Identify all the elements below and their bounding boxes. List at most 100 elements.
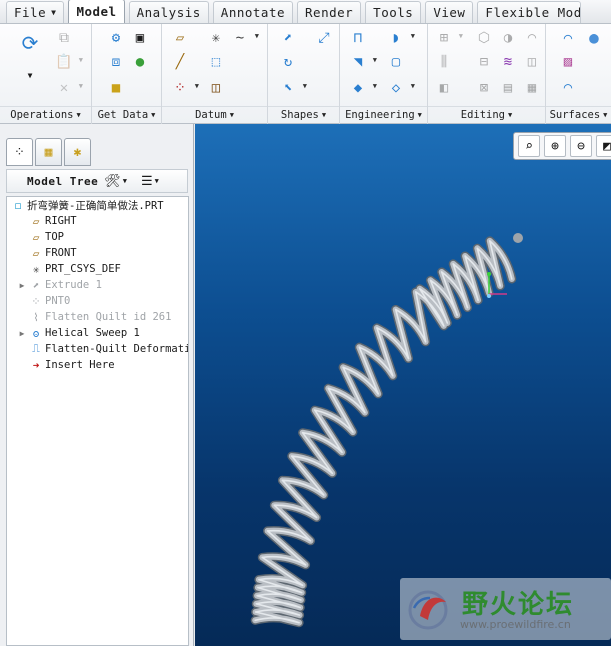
ribbon-group-datum: ▱ ╱ ⁘ ▼ ✳ ∼ ▼ ⬚ ◫ Datum ▼ xyxy=(162,24,268,124)
tab-render[interactable]: Render xyxy=(297,1,362,23)
sweep-icon[interactable]: ⤢ xyxy=(314,28,334,48)
model-tree: ◻ 折弯弹簧-正确简单做法.PRT ▱ RIGHT ▱ TOP ▱ FRONT … xyxy=(6,196,189,646)
group-label-operations[interactable]: Operations ▼ xyxy=(0,106,91,122)
tab-file[interactable]: File ▼ xyxy=(6,1,65,23)
tree-item-flatten-quilt[interactable]: ⌇ Flatten Quilt id 261 xyxy=(27,309,171,325)
tree-item-insert-here[interactable]: ➜ Insert Here xyxy=(27,357,115,373)
tree-item-front[interactable]: ▱ FRONT xyxy=(27,245,77,261)
csys-icon: ✳ xyxy=(32,262,40,276)
spring-model[interactable] xyxy=(195,124,611,646)
solidify-icon[interactable]: ◠ xyxy=(522,28,542,48)
coordinate-system-icon[interactable]: ✳ xyxy=(206,28,226,48)
point-icon[interactable]: ⁘ ▼ xyxy=(170,78,199,98)
wrap-icon[interactable]: ◫ xyxy=(522,52,542,72)
tree-item-top[interactable]: ▱ TOP xyxy=(27,229,64,245)
navigator-panel: ⁘ ▦ ✱ Model Tree 🛠 ▼ ☰ ▼ ◻ 折弯弹簧-正确简单做法.PRT… xyxy=(0,124,194,646)
spring-end-cap xyxy=(513,233,523,243)
tree-show-icon[interactable]: ☰ ▼ xyxy=(141,174,159,189)
tab-flexible-modeling[interactable]: Flexible Mode xyxy=(477,1,582,23)
ribbon-group-surfaces: ⌒ ● ▨ ◠ Surfaces ▼ xyxy=(546,24,611,124)
copy-geometry-icon[interactable]: ▣ xyxy=(130,28,150,48)
ribbon: ⟳ ▼ ⧉ 📋 ▼ ✕ ▼ Operations ▼ ⚙ ▣ ⧈ ● ■ Get Da… xyxy=(0,24,611,124)
delete-icon[interactable]: ✕ ▼ xyxy=(54,78,83,98)
ribbon-group-get-data: ⚙ ▣ ⧈ ● ■ Get Data ▼ xyxy=(92,24,162,124)
group-label-engineering[interactable]: Engineering ▼ xyxy=(340,106,427,122)
merge-edit-icon[interactable]: ⊟ xyxy=(474,52,494,72)
datum-point-icon: ⁘ xyxy=(31,294,41,308)
tab-annotate[interactable]: Annotate xyxy=(212,1,294,23)
project-icon[interactable]: ≋ xyxy=(498,52,518,72)
tree-item-flatten-deformation[interactable]: ⎍ Flatten-Quilt Deformation xyxy=(27,341,188,357)
curve-icon[interactable]: ∼ ▼ xyxy=(230,28,259,48)
expand-icon[interactable]: ▶ xyxy=(17,281,27,290)
tree-item-part[interactable]: ◻ 折弯弹簧-正确简单做法.PRT xyxy=(9,197,164,213)
watermark-title: 野火论坛 xyxy=(462,590,575,620)
ribbon-group-engineering: ⊓ ◗ ▼ ◥ ▼ ▢ ◆ ▼ ◇ ▼ Engineering ▼ xyxy=(340,24,428,124)
blend-icon[interactable]: ⬉ ▼ xyxy=(278,78,307,98)
pattern-icon[interactable]: ⊞ ▼ xyxy=(434,28,463,48)
menu-bar: File ▼ Model Analysis Annotate Render Too… xyxy=(0,0,611,24)
merge-icon[interactable]: ■ xyxy=(106,78,126,98)
group-label-surfaces[interactable]: Surfaces ▼ xyxy=(546,106,611,122)
tree-item-csys[interactable]: ✳ PRT_CSYS_DEF xyxy=(27,261,121,277)
favorites-tab-icon[interactable]: ✱ xyxy=(64,138,91,166)
thicken-icon[interactable]: ▤ xyxy=(498,78,518,98)
group-label-shapes[interactable]: Shapes ▼ xyxy=(268,106,339,122)
tree-item-extrude[interactable]: ▶ ⬈ Extrude 1 xyxy=(17,277,102,293)
sketch-icon[interactable]: ⬚ xyxy=(206,52,226,72)
tree-item-helical-sweep[interactable]: ▶ ʘ Helical Sweep 1 xyxy=(17,325,140,341)
tree-settings-icon[interactable]: 🛠 ▼ xyxy=(104,174,127,189)
tab-view[interactable]: View xyxy=(425,1,474,23)
tab-model[interactable]: Model xyxy=(68,0,125,23)
ribbon-group-shapes: ⬈ ⤢ ↻ ⬉ ▼ Shapes ▼ xyxy=(268,24,340,124)
rib-icon[interactable]: ◇ ▼ xyxy=(386,78,415,98)
shrinkwrap-icon[interactable]: ⧈ xyxy=(106,52,126,72)
freestyle-icon[interactable]: ◠ xyxy=(558,78,578,98)
expand-icon[interactable]: ▶ xyxy=(17,329,27,338)
group-label-editing[interactable]: Editing ▼ xyxy=(428,106,545,122)
ribbon-group-operations: ⟳ ▼ ⧉ 📋 ▼ ✕ ▼ Operations ▼ xyxy=(0,24,92,124)
group-label-get-data[interactable]: Get Data ▼ xyxy=(92,106,161,122)
helical-sweep-icon: ʘ xyxy=(32,326,40,340)
tree-item-pnt0[interactable]: ⁘ PNT0 xyxy=(27,293,70,309)
offset-icon[interactable]: ◑ xyxy=(498,28,518,48)
mirror-icon[interactable]: ⫼ xyxy=(434,52,454,72)
component-interface-icon[interactable]: ● xyxy=(130,52,150,72)
draft-icon[interactable]: ◆ ▼ xyxy=(348,78,377,98)
flatten-quilt-icon: ⌇ xyxy=(33,310,39,324)
boundary-blend-icon[interactable]: ⌒ xyxy=(558,28,578,48)
tab-tools[interactable]: Tools xyxy=(365,1,422,23)
model-tree-title: Model Tree xyxy=(27,174,99,188)
style-icon[interactable]: ● xyxy=(584,28,604,48)
regenerate-dropdown-icon[interactable]: ▼ xyxy=(20,66,40,86)
model-tree-tab-icon[interactable]: ⁘ xyxy=(6,138,33,166)
sketch-view-icon[interactable]: ◫ xyxy=(206,78,226,98)
graphics-viewport[interactable]: ⌕ ⊕ ⊖ ◩ 野火论坛 www.proewildfire.cn xyxy=(195,124,611,646)
folder-browser-tab-icon[interactable]: ▦ xyxy=(35,138,62,166)
round-icon[interactable]: ◗ ▼ xyxy=(386,28,415,48)
datum-plane-icon: ▱ xyxy=(32,230,40,244)
fill-icon[interactable]: ▨ xyxy=(558,52,578,72)
extrude-icon[interactable]: ⬈ xyxy=(278,28,298,48)
extend-icon[interactable]: ◧ xyxy=(434,78,454,98)
copy-icon[interactable]: ⧉ xyxy=(54,28,74,48)
watermark: 野火论坛 www.proewildfire.cn xyxy=(400,578,611,640)
regenerate-icon[interactable]: ⟳ xyxy=(16,30,44,56)
shell-icon[interactable]: ▢ xyxy=(386,52,406,72)
hole-icon[interactable]: ⊓ xyxy=(348,28,368,48)
plane-icon[interactable]: ▱ xyxy=(170,28,190,48)
user-defined-feature-icon[interactable]: ⚙ xyxy=(106,28,126,48)
revolve-icon[interactable]: ↻ xyxy=(278,52,298,72)
chamfer-icon[interactable]: ◥ ▼ xyxy=(348,52,377,72)
navigator-tabs: ⁘ ▦ ✱ xyxy=(6,138,91,166)
trim-icon[interactable]: ⬡ xyxy=(474,28,494,48)
axis-icon[interactable]: ╱ xyxy=(170,52,190,72)
tab-analysis[interactable]: Analysis xyxy=(128,1,209,23)
paste-icon[interactable]: 📋 ▼ xyxy=(54,52,83,72)
intersect-icon[interactable]: ⊠ xyxy=(474,78,494,98)
datum-plane-icon: ▱ xyxy=(32,214,40,228)
remove-icon[interactable]: ▦ xyxy=(522,78,542,98)
group-label-datum[interactable]: Datum ▼ xyxy=(162,106,267,122)
watermark-logo xyxy=(408,590,448,630)
tree-item-right[interactable]: ▱ RIGHT xyxy=(27,213,77,229)
